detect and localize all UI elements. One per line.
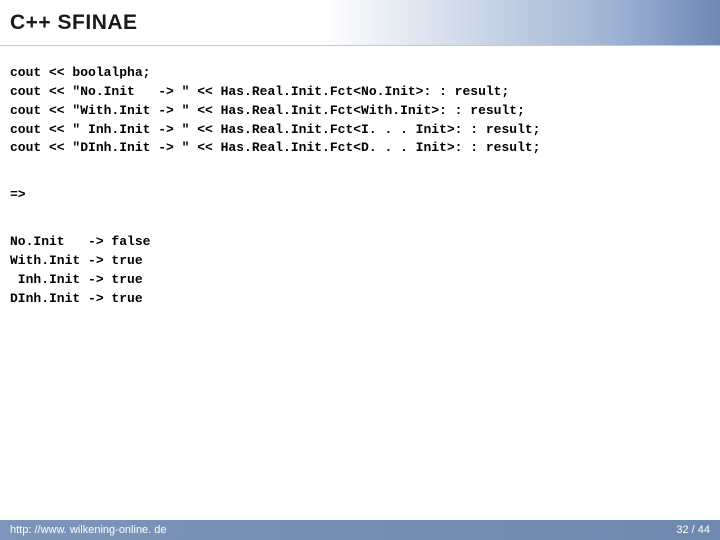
footer-url: http: //www. wilkening-online. de bbox=[10, 524, 167, 536]
footer-page-number: 32 / 44 bbox=[676, 524, 710, 536]
code-block-output: No.Init -> false With.Init -> true Inh.I… bbox=[10, 233, 710, 308]
footer-bar: http: //www. wilkening-online. de 32 / 4… bbox=[0, 520, 720, 540]
code-block-arrow: => bbox=[10, 186, 710, 205]
title-bar: C++ SFINAE bbox=[0, 0, 720, 46]
slide: C++ SFINAE cout << boolalpha; cout << "N… bbox=[0, 0, 720, 540]
content-area: cout << boolalpha; cout << "No.Init -> "… bbox=[0, 46, 720, 308]
code-block-cout: cout << boolalpha; cout << "No.Init -> "… bbox=[10, 64, 710, 158]
slide-title: C++ SFINAE bbox=[10, 11, 138, 35]
